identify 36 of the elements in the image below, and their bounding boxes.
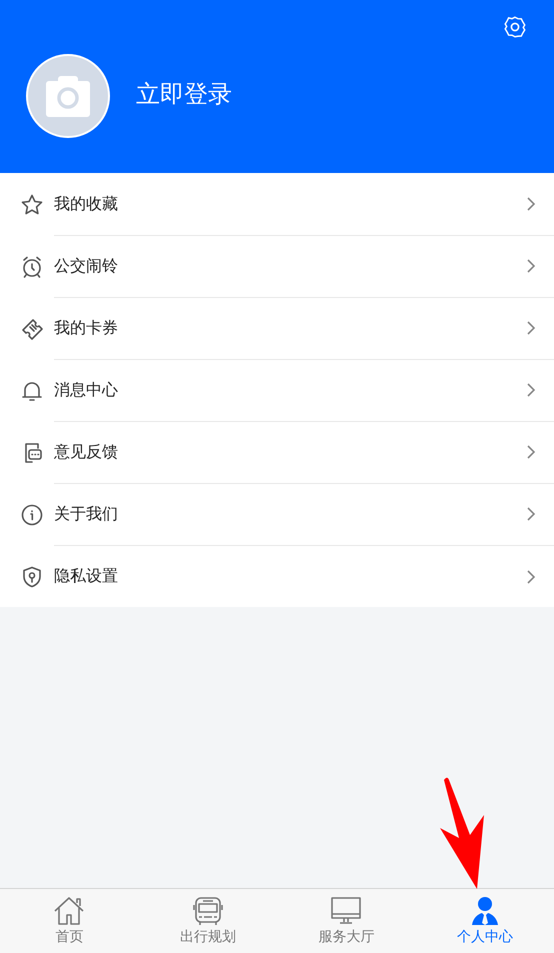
menu-label: 意见反馈 <box>54 442 118 462</box>
menu-label: 我的收藏 <box>54 194 118 214</box>
tab[interactable]: 首页 <box>0 889 138 953</box>
chevron-icon <box>526 506 536 522</box>
chevron-icon <box>526 320 536 336</box>
menu-item[interactable]: 公交闹铃 <box>0 235 554 297</box>
chevron-icon <box>526 444 536 460</box>
menu-item[interactable]: 我的卡券 <box>0 297 554 359</box>
menu-label: 我的卡券 <box>54 318 118 338</box>
home-icon <box>53 896 86 926</box>
star-icon <box>20 192 44 216</box>
chevron-icon <box>526 196 536 212</box>
camera-icon <box>44 75 92 117</box>
menu-item[interactable]: 消息中心 <box>0 359 554 421</box>
info-icon <box>20 502 44 526</box>
login-link[interactable]: 立即登录 <box>136 78 232 110</box>
menu-item[interactable]: 意见反馈 <box>0 421 554 483</box>
tab[interactable]: 服务大厅 <box>277 889 416 953</box>
chevron-icon <box>526 568 536 584</box>
tab[interactable]: 个人中心 <box>416 889 554 953</box>
chevron-icon <box>526 382 536 398</box>
menu-item[interactable]: 隐私设置 <box>0 545 554 607</box>
menu-label: 隐私设置 <box>54 566 118 587</box>
bus-icon <box>192 896 224 926</box>
chevron-icon <box>526 258 536 274</box>
monitor-icon <box>330 896 362 926</box>
menu-label: 公交闹铃 <box>54 256 118 276</box>
menu-label: 关于我们 <box>54 504 118 524</box>
ticket-icon <box>20 316 44 340</box>
menu-label: 消息中心 <box>54 380 118 400</box>
shield-icon <box>20 564 44 588</box>
menu-item[interactable]: 关于我们 <box>0 483 554 545</box>
alarm-clock-icon <box>20 254 44 278</box>
settings-icon[interactable] <box>502 14 528 40</box>
tab[interactable]: 出行规划 <box>138 889 277 953</box>
menu-item[interactable]: 我的收藏 <box>0 173 554 235</box>
